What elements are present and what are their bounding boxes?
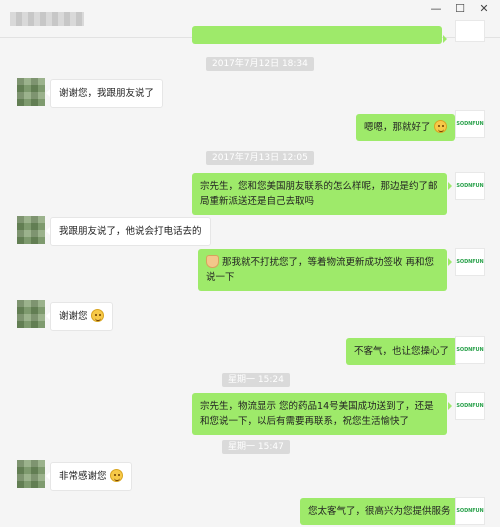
minimize-button[interactable]: — <box>426 2 446 16</box>
customer-avatar <box>17 216 45 244</box>
wave-hand-emoji-icon <box>206 255 219 268</box>
message-bubble: 宗先生，物流显示 您的药品14号美国成功送到了，还是和您说一下，以后有需要再联系… <box>192 393 452 435</box>
close-button[interactable]: ✕ <box>474 2 494 16</box>
brand-logo-avatar <box>455 20 485 42</box>
message-text: 非常感谢您 <box>59 471 107 482</box>
message-bubble: 您太客气了，很高兴为您提供服务 <box>300 498 464 525</box>
grin-emoji-icon <box>433 120 447 133</box>
logo-label: SODNFUN <box>456 183 484 189</box>
brand-logo-avatar: SODNFUN <box>455 497 485 525</box>
message-text: 嗯嗯，那就好了 <box>364 122 431 133</box>
logo-label: SODNFUN <box>456 508 484 514</box>
brand-logo-avatar: SODNFUN <box>455 110 485 138</box>
smile-emoji-icon <box>109 469 123 482</box>
message-bubble: 宗先生，您和您美国朋友联系的怎么样呢，那边是约了邮局重新派送还是自己去取吗 <box>192 173 452 215</box>
customer-avatar <box>17 78 45 106</box>
timestamp: 2017年7月13日 12:05 <box>206 151 314 165</box>
logo-label: SODNFUN <box>456 121 484 127</box>
brand-logo-avatar: SODNFUN <box>455 172 485 200</box>
timestamp: 星期一 15:47 <box>222 440 290 454</box>
message-bubble: 我跟朋友说了，他说会打电话去的 <box>46 217 211 246</box>
timestamp: 2017年7月12日 18:34 <box>206 57 314 71</box>
customer-avatar <box>17 460 45 488</box>
message-bubble: 嗯嗯，那就好了 <box>356 114 460 141</box>
logo-label: SODNFUN <box>456 347 484 353</box>
brand-logo-avatar: SODNFUN <box>455 336 485 364</box>
message-bubble: 不客气，也让您操心了 <box>346 338 463 365</box>
message-bubble: 谢谢您 <box>46 302 113 331</box>
brand-logo-avatar: SODNFUN <box>455 392 485 420</box>
message-bubble-partial <box>192 26 447 44</box>
smile-emoji-icon <box>90 309 104 322</box>
message-text: 谢谢您 <box>59 311 88 322</box>
timestamp: 星期一 15:24 <box>222 373 290 387</box>
message-bubble: 那我就不打扰您了，等着物流更新成功签收 再和您说一下 <box>198 249 452 291</box>
message-bubble: 谢谢您，我跟朋友说了 <box>45 79 164 108</box>
customer-avatar <box>17 300 45 328</box>
brand-logo-avatar: SODNFUN <box>455 248 485 276</box>
message-bubble: 非常感谢您 <box>46 462 132 491</box>
maximize-button[interactable]: ☐ <box>450 2 470 16</box>
logo-label: SODNFUN <box>456 403 484 409</box>
contact-name-blurred <box>10 12 84 26</box>
message-text: 那我就不打扰您了，等着物流更新成功签收 再和您说一下 <box>206 257 435 283</box>
logo-label: SODNFUN <box>456 259 484 265</box>
